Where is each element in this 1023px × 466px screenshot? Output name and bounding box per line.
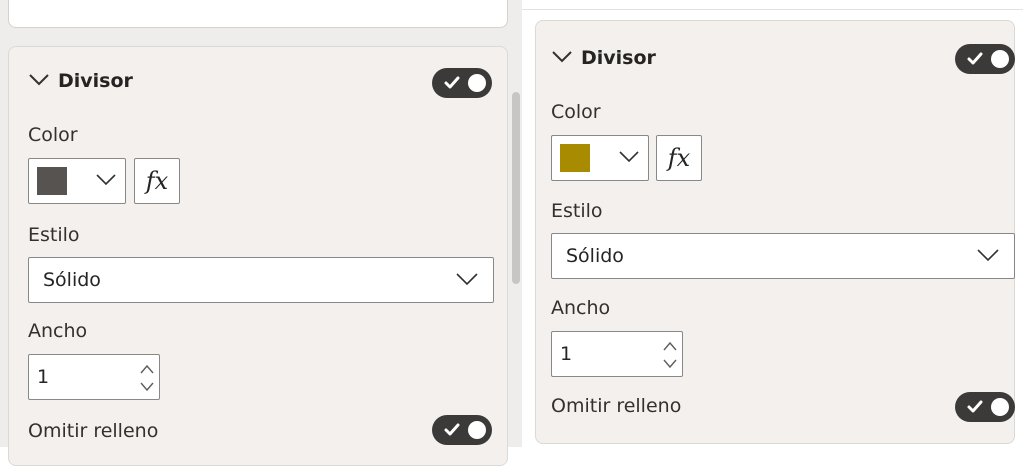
divider-toggle-left[interactable] <box>432 68 492 98</box>
toggle-knob <box>991 398 1009 416</box>
chevron-down-icon <box>976 247 1000 266</box>
chevron-down-icon <box>95 172 117 191</box>
color-label: Color <box>28 124 78 146</box>
toggle-knob <box>468 74 486 92</box>
omit-padding-toggle-left[interactable] <box>432 415 492 445</box>
section-title: Divisor <box>581 47 656 69</box>
check-icon <box>442 420 462 440</box>
style-dropdown-left[interactable]: Sólido <box>28 257 494 303</box>
chevron-down-icon[interactable] <box>662 355 678 371</box>
chevron-up-icon[interactable] <box>139 360 155 376</box>
chevron-up-icon[interactable] <box>662 337 678 353</box>
right-top-edge <box>522 0 1023 10</box>
toggle-knob <box>468 421 486 439</box>
style-label: Estilo <box>551 200 603 222</box>
omit-padding-toggle-right[interactable] <box>955 392 1015 422</box>
omit-padding-label: Omitir relleno <box>28 420 159 442</box>
color-picker-right[interactable] <box>551 135 649 181</box>
width-label: Ancho <box>28 320 88 342</box>
width-value: 1 <box>37 366 50 388</box>
width-label: Ancho <box>551 297 611 319</box>
check-icon <box>965 49 985 69</box>
style-value: Sólido <box>566 245 624 267</box>
width-value: 1 <box>560 343 573 365</box>
divider-toggle-right[interactable] <box>955 44 1015 74</box>
scrollbar-thumb[interactable] <box>512 92 520 284</box>
check-icon <box>965 397 985 417</box>
divider-card-right <box>535 20 1015 444</box>
chevron-down-icon <box>28 72 50 91</box>
color-label: Color <box>551 101 601 123</box>
color-picker-left[interactable] <box>28 158 126 204</box>
section-title: Divisor <box>58 70 133 92</box>
divider-section-header-right[interactable]: Divisor <box>551 47 656 69</box>
width-spinbox-left[interactable]: 1 <box>28 354 160 400</box>
check-icon <box>442 73 462 93</box>
color-swatch <box>560 144 590 172</box>
divider-card-left <box>8 46 508 466</box>
chevron-down-icon <box>455 271 479 290</box>
fx-button-right[interactable]: fx <box>656 135 702 181</box>
chevron-down-icon <box>618 149 640 168</box>
color-swatch <box>37 167 67 195</box>
omit-padding-label: Omitir relleno <box>551 395 682 417</box>
fx-button-left[interactable]: fx <box>134 158 180 204</box>
chevron-down-icon[interactable] <box>139 378 155 394</box>
style-label: Estilo <box>28 224 80 246</box>
style-dropdown-right[interactable]: Sólido <box>551 233 1015 279</box>
width-spinbox-right[interactable]: 1 <box>551 331 683 377</box>
style-value: Sólido <box>43 269 101 291</box>
chevron-down-icon <box>551 49 573 68</box>
previous-card-bottom <box>8 0 508 28</box>
toggle-knob <box>991 50 1009 68</box>
divider-section-header-left[interactable]: Divisor <box>28 70 133 92</box>
